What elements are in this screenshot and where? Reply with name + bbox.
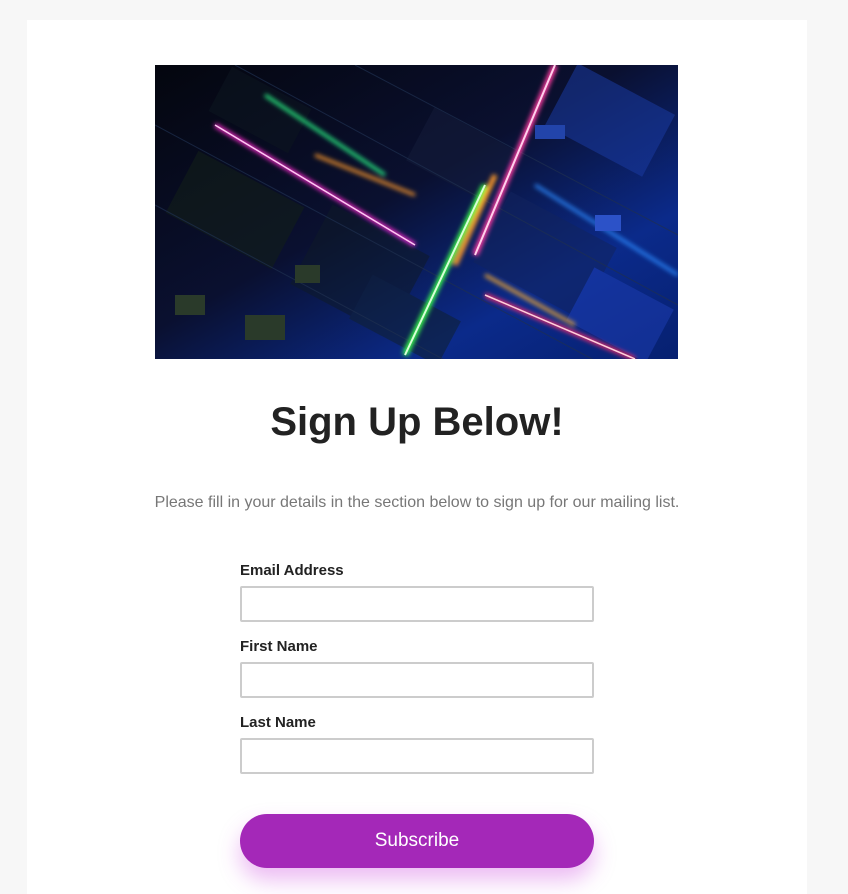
first-name-label: First Name: [240, 638, 318, 655]
signup-form: Email Address First Name Last Name: [240, 562, 594, 790]
hero-image: [155, 65, 678, 359]
first-name-field-group: First Name: [240, 638, 594, 698]
email-input[interactable]: [240, 586, 594, 622]
email-field-group: Email Address: [240, 562, 594, 622]
intro-text: Please fill in your details in the secti…: [154, 494, 680, 511]
last-name-label: Last Name: [240, 714, 316, 731]
first-name-input[interactable]: [240, 662, 594, 698]
circuit-board-illustration: [155, 65, 678, 359]
last-name-field-group: Last Name: [240, 714, 594, 774]
email-label: Email Address: [240, 562, 344, 579]
subscribe-button[interactable]: Subscribe: [240, 814, 594, 868]
last-name-input[interactable]: [240, 738, 594, 774]
signup-card: Sign Up Below! Please fill in your detai…: [27, 20, 807, 894]
page-title: Sign Up Below!: [270, 400, 564, 444]
